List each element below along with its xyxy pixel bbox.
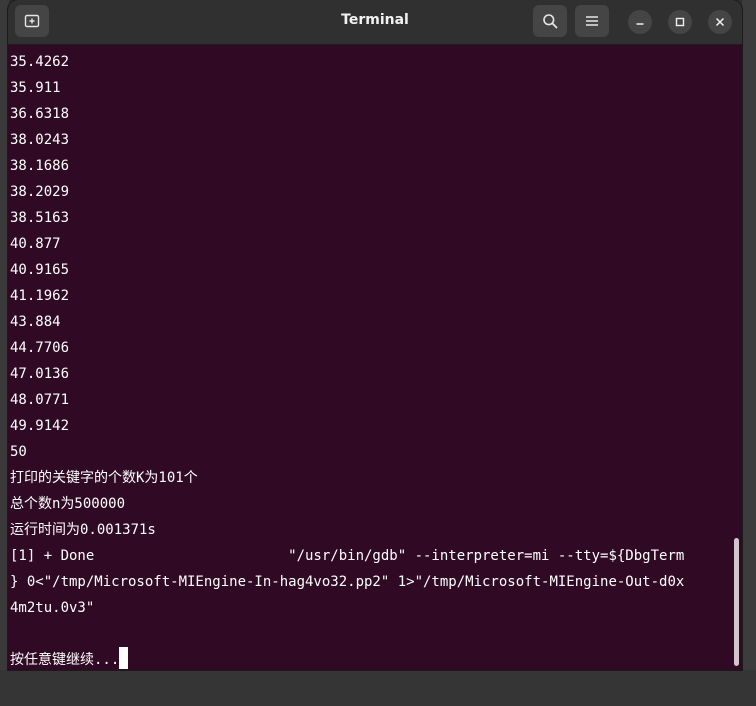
terminal-output[interactable]: 35.4262 35.911 36.6318 38.0243 38.1686 3… (10, 49, 732, 669)
output-line: 总个数n为500000 (10, 496, 126, 512)
output-line: 40.877 (10, 236, 61, 252)
output-line: 38.5163 (10, 210, 70, 226)
output-line: 43.884 (10, 314, 61, 330)
output-line: 打印的关键字的个数K为101个 (10, 470, 198, 486)
output-line: 运行时间为0.001371s (10, 522, 156, 538)
output-line: 41.1962 (10, 288, 70, 304)
terminal-window: Terminal 35.4262 35.911 36.6318 38.0243 … (8, 0, 742, 670)
output-line: 40.9165 (10, 262, 70, 278)
menu-button[interactable] (575, 5, 609, 37)
output-line: 38.2029 (10, 184, 70, 200)
maximize-button[interactable] (668, 10, 692, 34)
scrollbar[interactable] (734, 538, 739, 666)
text-cursor (119, 647, 129, 669)
output-line: 4m2tu.0v3" (10, 600, 95, 616)
output-line: 38.0243 (10, 132, 70, 148)
search-button[interactable] (533, 5, 567, 37)
output-line: 35.4262 (10, 54, 70, 70)
output-line: 48.0771 (10, 392, 70, 408)
output-line: 38.1686 (10, 158, 70, 174)
minimize-button[interactable] (628, 10, 652, 34)
background-app-right-edge (742, 0, 756, 706)
output-line: 50 (10, 444, 27, 460)
press-any-key-prompt: 按任意键继续... (10, 652, 120, 668)
output-line: 44.7706 (10, 340, 70, 356)
maximize-icon (675, 17, 685, 27)
close-icon (715, 17, 725, 27)
output-line: 49.9142 (10, 418, 70, 434)
minimize-icon (636, 23, 644, 25)
output-line: 47.0136 (10, 366, 70, 382)
output-line: } 0<"/tmp/Microsoft-MIEngine-In-hag4vo32… (10, 574, 685, 590)
output-line: [1] + Done "/usr/bin/gdb" --interpreter=… (10, 548, 685, 564)
output-line: 36.6318 (10, 106, 70, 122)
search-icon (543, 14, 558, 29)
close-button[interactable] (708, 10, 732, 34)
prompt-line: 按任意键继续... (10, 647, 732, 670)
output-line: 35.911 (10, 80, 61, 96)
background-app-bottom-edge (0, 670, 756, 706)
titlebar: Terminal (8, 0, 742, 45)
hamburger-menu-icon (586, 16, 598, 26)
